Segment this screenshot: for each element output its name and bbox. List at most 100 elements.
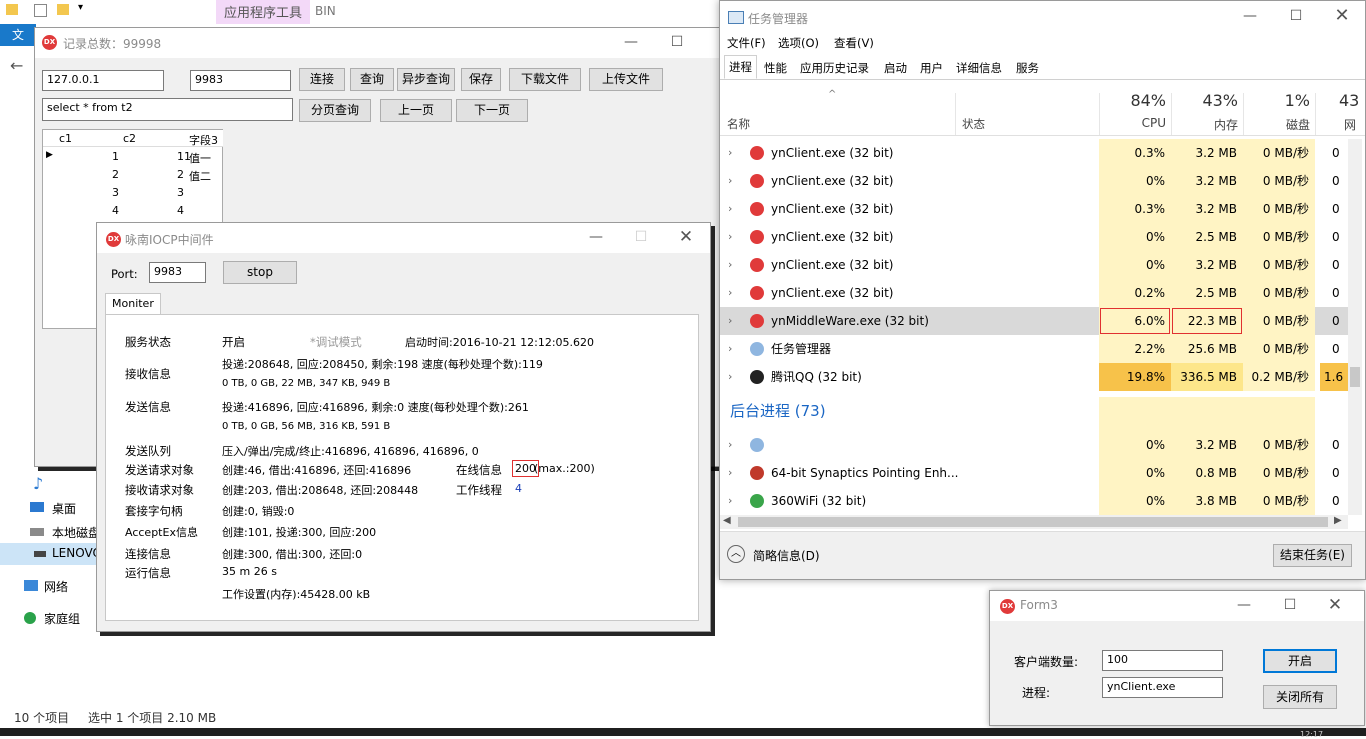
menu-options[interactable]: 选项(O) <box>778 35 819 51</box>
close-icon[interactable]: ✕ <box>1312 591 1358 621</box>
scroll-left-icon[interactable]: ◀ <box>723 515 731 526</box>
maximize-icon[interactable]: ☐ <box>618 223 664 253</box>
ribbon-tab-app-tools[interactable]: 应用程序工具 <box>216 0 311 24</box>
table-row[interactable]: › ynClient.exe (32 bit) 0.2% 2.5 MB 0 MB/秒 0 <box>720 279 1350 307</box>
expand-chevron-icon[interactable]: › <box>728 279 732 307</box>
table-row[interactable]: › ynClient.exe (32 bit) 0.3% 3.2 MB 0 MB/秒 0 <box>720 139 1350 167</box>
maximize-icon[interactable]: ☐ <box>1267 591 1313 621</box>
ribbon-tab-bin[interactable]: BIN <box>315 4 336 18</box>
tab-performance[interactable]: 性能 <box>764 60 787 76</box>
connect-button[interactable]: 连接 <box>299 68 345 91</box>
tm-titlebar[interactable]: 任务管理器 — ☐ ✕ <box>720 1 1365 33</box>
table-row[interactable]: › ynMiddleWare.exe (32 bit) 6.0% 22.3 MB 0 M… <box>720 307 1350 335</box>
table-row[interactable]: › ynClient.exe (32 bit) 0% 2.5 MB 0 MB/秒 0 <box>720 223 1350 251</box>
menu-file[interactable]: 文件(F) <box>727 35 766 51</box>
table-row[interactable]: › 腾讯QQ (32 bit) 19.8% 336.5 MB 0.2 MB/秒 1.6 <box>720 363 1350 391</box>
maximize-icon[interactable]: ☐ <box>654 28 700 58</box>
scrollbar-thumb[interactable] <box>738 517 1328 527</box>
taskbar-clock[interactable]: 12:17 <box>1300 730 1323 739</box>
port-input[interactable]: 9983 <box>149 262 206 283</box>
sidebar-item-lenovo[interactable]: LENOVO <box>0 543 102 565</box>
expand-chevron-icon[interactable]: › <box>728 459 732 487</box>
col-mem[interactable]: 内存 <box>1172 116 1238 133</box>
client-titlebar[interactable]: DX 记录总数：99998 — ☐ <box>35 28 721 58</box>
expand-chevron-icon[interactable]: › <box>728 363 732 391</box>
middleware-titlebar[interactable]: DX 咏南IOCP中间件 — ☐ ✕ <box>97 223 710 253</box>
expand-chevron-icon[interactable]: › <box>728 223 732 251</box>
form3-titlebar[interactable]: DX Form3 — ☐ ✕ <box>990 591 1364 621</box>
table-row[interactable]: › ynClient.exe (32 bit) 0% 3.2 MB 0 MB/秒 0 <box>720 251 1350 279</box>
v-scrollbar[interactable] <box>1348 139 1362 515</box>
save-button[interactable]: 保存 <box>461 68 501 91</box>
close-icon[interactable]: ✕ <box>1319 2 1365 32</box>
tab-startup[interactable]: 启动 <box>884 60 907 76</box>
table-row[interactable]: › ynClient.exe (32 bit) 0% 3.2 MB 0 MB/秒 0 <box>720 167 1350 195</box>
minimize-icon[interactable]: — <box>1221 591 1267 621</box>
less-details-link[interactable]: 简略信息(D) <box>753 547 820 564</box>
table-row[interactable]: › 360WiFi (32 bit) 0% 3.8 MB 0 MB/秒 0 <box>720 487 1350 515</box>
col-mem-pct[interactable]: 43% <box>1172 91 1238 110</box>
chevron-down-icon[interactable]: ▾ <box>78 2 83 13</box>
process-input[interactable]: ynClient.exe <box>1102 677 1223 698</box>
start-button[interactable]: 开启 <box>1263 649 1337 673</box>
stop-button[interactable]: stop <box>223 261 297 284</box>
host-input[interactable]: 127.0.0.1 <box>42 70 164 91</box>
tab-details[interactable]: 详细信息 <box>956 60 1002 76</box>
expand-chevron-icon[interactable]: › <box>728 431 732 459</box>
close-icon[interactable]: ✕ <box>663 223 709 253</box>
scrollbar-thumb[interactable] <box>1350 367 1360 387</box>
query-button[interactable]: 查询 <box>350 68 394 91</box>
table-row[interactable]: › 任务管理器 2.2% 25.6 MB 0 MB/秒 0 <box>720 335 1350 363</box>
col-name[interactable]: 名称 <box>727 116 750 132</box>
maximize-icon[interactable]: ☐ <box>1273 2 1319 32</box>
prev-page-button[interactable]: 上一页 <box>380 99 452 122</box>
async-query-button[interactable]: 异步查询 <box>397 68 455 91</box>
page-query-button[interactable]: 分页查询 <box>299 99 371 122</box>
minimize-icon[interactable]: — <box>608 28 654 58</box>
grid-header-c2[interactable]: c2 <box>123 132 136 145</box>
table-row[interactable]: › 64-bit Synaptics Pointing Enh... 0% 0.8 M… <box>720 459 1350 487</box>
expand-chevron-icon[interactable]: › <box>728 139 732 167</box>
tab-users[interactable]: 用户 <box>920 60 943 76</box>
col-cpu-pct[interactable]: 84% <box>1100 91 1166 110</box>
col-net-pct[interactable]: 43 <box>1339 91 1359 110</box>
expand-chevron-icon[interactable]: › <box>728 167 732 195</box>
expand-chevron-icon[interactable]: › <box>728 487 732 515</box>
next-page-button[interactable]: 下一页 <box>456 99 528 122</box>
menu-view[interactable]: 查看(V) <box>834 35 874 51</box>
back-arrow-icon[interactable]: ← <box>10 56 23 75</box>
table-row[interactable]: 1 11 值一 <box>57 148 223 166</box>
tab-processes[interactable]: 进程 <box>724 55 757 79</box>
table-row[interactable]: › ynClient.exe (32 bit) 0.3% 3.2 MB 0 MB/秒 0 <box>720 195 1350 223</box>
end-task-button[interactable]: 结束任务(E) <box>1273 544 1352 567</box>
table-row[interactable]: 4 4 <box>57 202 223 220</box>
expand-chevron-icon[interactable]: › <box>728 195 732 223</box>
table-row[interactable]: › 0% 3.2 MB 0 MB/秒 0 <box>720 431 1350 459</box>
tab-app-history[interactable]: 应用历史记录 <box>800 60 869 76</box>
background-processes-header[interactable]: 后台进程 (73) <box>720 397 1350 431</box>
collapse-chevron-icon[interactable]: ︿ <box>727 545 745 563</box>
download-button[interactable]: 下载文件 <box>509 68 581 91</box>
h-scrollbar[interactable]: ◀ ▶ <box>720 515 1348 529</box>
tab-moniter[interactable]: Moniter <box>105 293 161 315</box>
file-tab[interactable]: 文 <box>0 24 36 46</box>
minimize-icon[interactable]: — <box>1227 2 1273 32</box>
port-input[interactable]: 9983 <box>190 70 291 91</box>
col-disk-pct[interactable]: 1% <box>1244 91 1310 110</box>
tab-services[interactable]: 服务 <box>1016 60 1039 76</box>
expand-chevron-icon[interactable]: › <box>728 307 732 335</box>
table-row[interactable]: 3 3 <box>57 184 223 202</box>
upload-button[interactable]: 上传文件 <box>589 68 663 91</box>
col-cpu[interactable]: CPU <box>1100 116 1166 130</box>
table-row[interactable]: 2 2 值二 <box>57 166 223 184</box>
close-all-button[interactable]: 关闭所有 <box>1263 685 1337 709</box>
col-disk[interactable]: 磁盘 <box>1244 116 1310 133</box>
grid-header-field3[interactable]: 字段3 <box>189 132 218 148</box>
scroll-right-icon[interactable]: ▶ <box>1334 515 1342 526</box>
sql-input[interactable]: select * from t2 <box>42 98 293 121</box>
client-count-input[interactable]: 100 <box>1102 650 1223 671</box>
col-status[interactable]: 状态 <box>962 116 985 132</box>
grid-header-c1[interactable]: c1 <box>59 132 72 145</box>
col-net[interactable]: 网 <box>1344 116 1356 133</box>
expand-chevron-icon[interactable]: › <box>728 251 732 279</box>
